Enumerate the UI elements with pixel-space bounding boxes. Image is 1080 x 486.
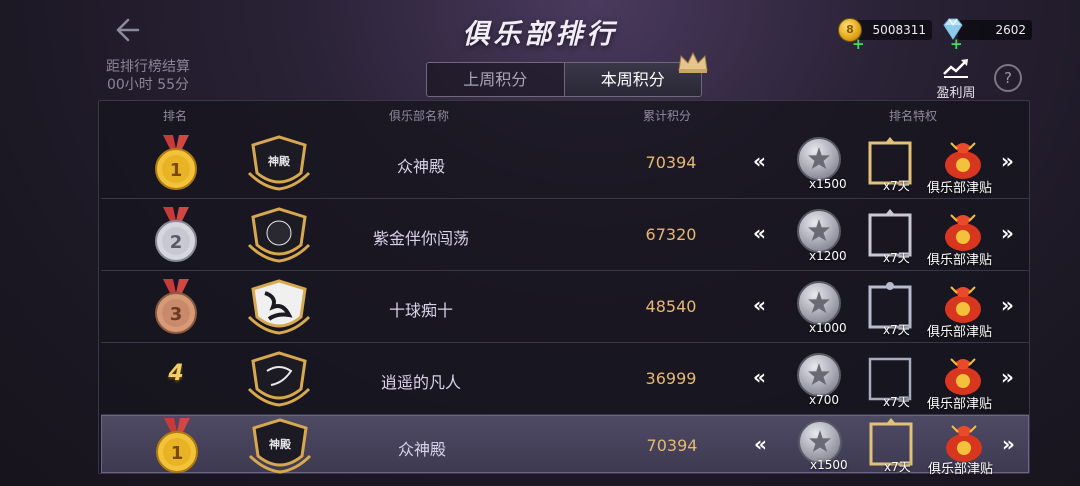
club-badge-icon — [247, 351, 311, 407]
token-count: x1500 — [810, 458, 848, 472]
token-count: x700 — [809, 393, 840, 407]
next-reward-arrow[interactable]: » — [1001, 365, 1023, 389]
club-name: 众神殿 — [397, 440, 446, 459]
allowance-label: 俱乐部津贴 — [927, 181, 993, 196]
club-badge-icon: 神殿 — [248, 418, 312, 474]
club-name: 逍遥的凡人 — [380, 373, 461, 392]
frame-days: x7天 — [883, 323, 910, 337]
my-club-row[interactable]: 1 神殿 众神殿 70394 « x1500 x7天 俱乐部津贴 » — [101, 415, 1029, 477]
add-diamond-button[interactable]: + — [950, 37, 963, 52]
countdown-time: 00小时 55分 — [106, 77, 190, 93]
prev-reward-arrow[interactable]: « — [753, 221, 775, 245]
prev-reward-arrow[interactable]: « — [753, 365, 775, 389]
tab-last-week[interactable]: 上周积分 — [427, 63, 564, 96]
profit-week-button[interactable]: 盈利周 — [928, 56, 984, 101]
allowance-label: 俱乐部津贴 — [928, 462, 994, 477]
frame-days: x7天 — [883, 395, 910, 409]
token-count: x1200 — [809, 249, 847, 263]
token-count: x1500 — [809, 177, 847, 191]
chart-up-icon — [943, 59, 968, 78]
club-score: 70394 — [645, 153, 697, 172]
club-name: 十球痴十 — [388, 301, 453, 320]
add-gold-button[interactable]: + — [852, 37, 865, 52]
club-name: 紫金伴你闯荡 — [372, 229, 469, 248]
profit-week-label: 盈利周 — [936, 86, 976, 101]
next-reward-arrow[interactable]: » — [1001, 293, 1023, 317]
club-name: 众神殿 — [396, 157, 445, 176]
money-bag-icon — [941, 277, 985, 325]
help-button[interactable]: ? — [994, 64, 1022, 92]
svg-text:神殿: 神殿 — [269, 437, 292, 451]
money-bag-icon — [941, 205, 985, 253]
period-tabs: 上周积分 本周积分 — [426, 62, 702, 97]
table-row[interactable]: 4 逍遥的凡人 36999 « x700 x7天 俱乐部津贴 » — [101, 343, 1029, 415]
svg-text:神殿: 神殿 — [268, 154, 291, 168]
gold-medal-icon: 1 — [156, 418, 198, 473]
col-rank: 排名 — [163, 109, 188, 123]
club-badge-icon — [247, 207, 311, 263]
gold-medal-icon: 1 — [155, 135, 197, 190]
silver-medal-icon: 2 — [155, 207, 197, 262]
allowance-label: 俱乐部津贴 — [927, 253, 993, 268]
medal-rank-number: 1 — [170, 160, 183, 181]
medal-rank-number: 1 — [171, 443, 184, 464]
col-score: 累计积分 — [643, 109, 692, 123]
crown-icon — [678, 51, 708, 73]
diamond-balance: 2602 — [958, 20, 1032, 40]
club-badge-icon: 神殿 — [247, 135, 311, 191]
club-badge-icon — [247, 279, 311, 335]
rank-number: 4 — [168, 361, 184, 386]
ranking-panel: 排名 俱乐部名称 累计积分 排名特权 1 神殿 众神殿 70394 « x150… — [98, 100, 1030, 477]
table-row[interactable]: 1 神殿 众神殿 70394 « x1500 x7天 俱乐部津贴 » — [101, 127, 1029, 199]
token-count: x1000 — [809, 321, 847, 335]
next-reward-arrow[interactable]: » — [1001, 149, 1023, 173]
club-score: 36999 — [645, 369, 697, 388]
medal-rank-number: 2 — [170, 232, 183, 253]
money-bag-icon — [941, 349, 985, 397]
money-bag-icon — [942, 416, 986, 464]
next-reward-arrow[interactable]: » — [1002, 432, 1024, 456]
frame-days: x7天 — [883, 251, 910, 265]
money-bag-icon — [941, 133, 985, 181]
allowance-label: 俱乐部津贴 — [927, 325, 993, 340]
prev-reward-arrow[interactable]: « — [753, 149, 775, 173]
next-reward-arrow[interactable]: » — [1001, 221, 1023, 245]
table-row[interactable]: 3 十球痴十 48540 « x1000 x7天 俱乐部津贴 » — [101, 271, 1029, 343]
frame-days: x7天 — [883, 179, 910, 193]
prev-reward-arrow[interactable]: « — [754, 432, 776, 456]
club-score: 70394 — [646, 436, 698, 455]
club-score: 48540 — [645, 297, 697, 316]
star-token-icon — [797, 209, 841, 253]
club-score: 67320 — [645, 225, 697, 244]
countdown-label: 距排行榜结算 — [106, 59, 190, 75]
col-club-name: 俱乐部名称 — [389, 109, 450, 123]
allowance-label: 俱乐部津贴 — [927, 397, 993, 412]
medal-rank-number: 3 — [170, 304, 183, 325]
star-token-icon — [797, 353, 841, 397]
settlement-countdown: 距排行榜结算 00小时 55分 — [96, 58, 200, 94]
bronze-medal-icon: 3 — [155, 279, 197, 334]
star-token-icon — [797, 137, 841, 181]
frame-days: x7天 — [884, 460, 911, 474]
table-row[interactable]: 2 紫金伴你闯荡 67320 « x1200 x7天 俱乐部津贴 » — [101, 199, 1029, 271]
prev-reward-arrow[interactable]: « — [753, 293, 775, 317]
col-privilege: 排名特权 — [889, 109, 938, 123]
star-token-icon — [797, 281, 841, 325]
table-header: 排名 俱乐部名称 累计积分 排名特权 — [99, 101, 1029, 127]
